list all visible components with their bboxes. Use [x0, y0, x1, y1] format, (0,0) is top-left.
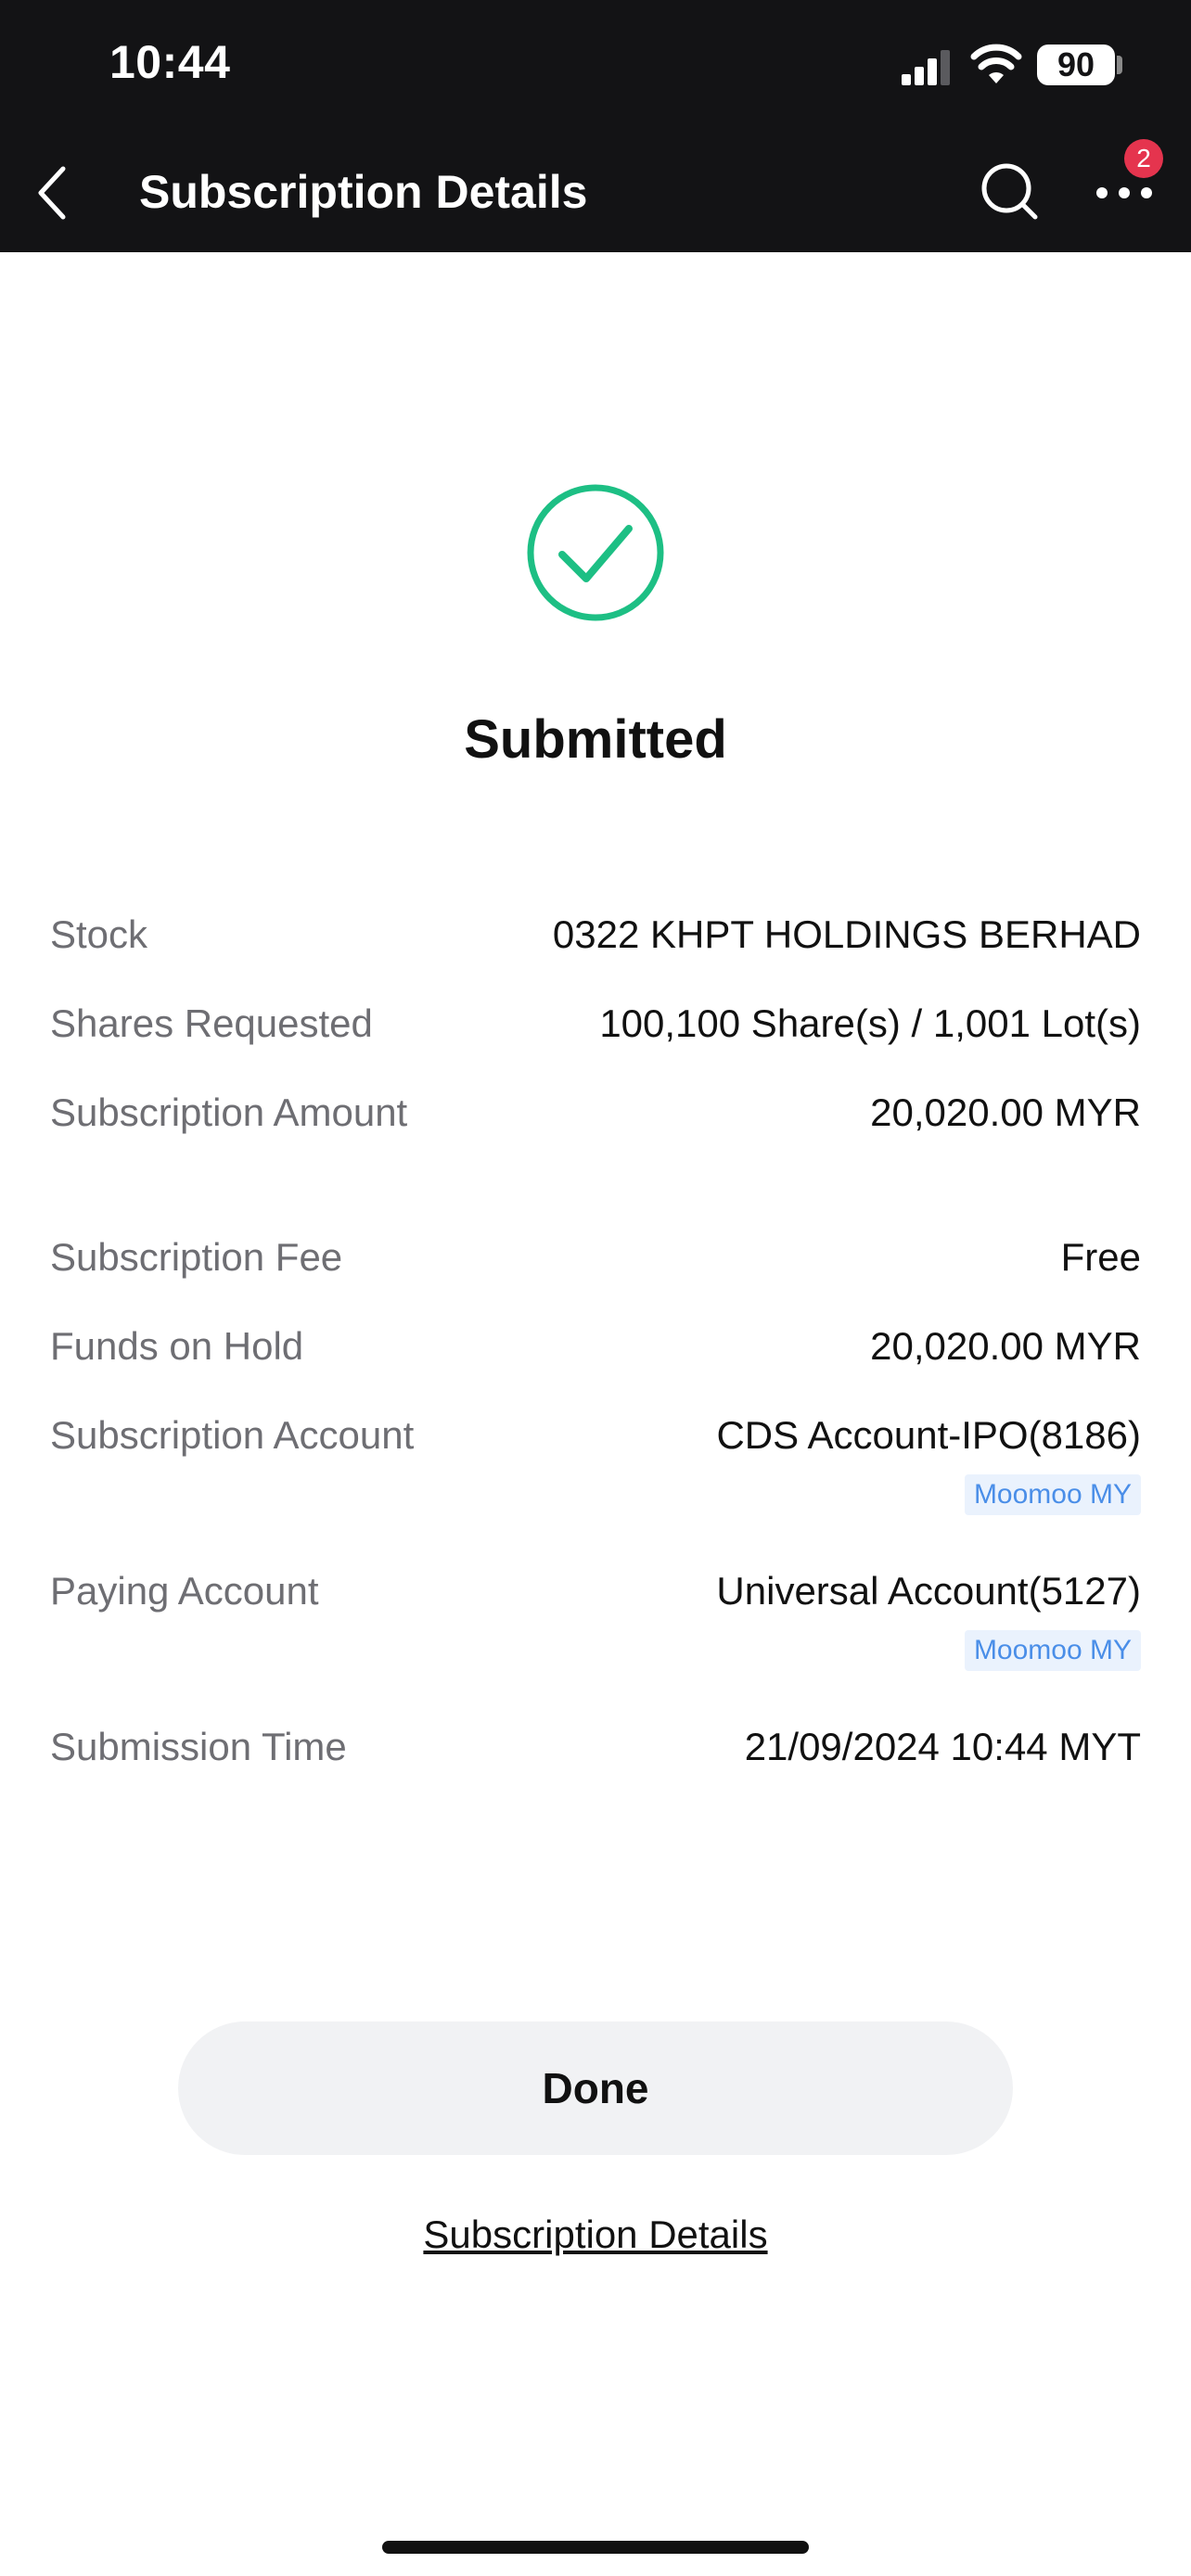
done-button[interactable]: Done [178, 2021, 1013, 2155]
detail-row-subscription-account: Subscription Account CDS Account-IPO(818… [50, 1408, 1141, 1528]
detail-value: 0322 KHPT HOLDINGS BERHAD [552, 912, 1141, 956]
status-time: 10:44 [109, 36, 231, 88]
broker-tag: Moomoo MY [964, 1474, 1141, 1515]
page-title: Subscription Details [139, 166, 588, 218]
detail-row-submission-time: Submission Time 21/09/2024 10:44 MYT [50, 1719, 1141, 1775]
detail-row-shares: Shares Requested 100,100 Share(s) / 1,00… [50, 996, 1141, 1052]
detail-value: Free [1060, 1235, 1141, 1279]
back-arrow-icon[interactable] [33, 165, 70, 221]
notification-badge: 2 [1124, 139, 1163, 178]
detail-value: Universal Account(5127) [716, 1569, 1141, 1613]
header: 10:44 90 Subscription Details 2 [0, 0, 1191, 252]
detail-label: Subscription Amount [50, 1090, 408, 1134]
success-check-icon [527, 484, 664, 621]
detail-row-amount: Subscription Amount 20,020.00 MYR [50, 1085, 1141, 1196]
detail-row-stock: Stock 0322 KHPT HOLDINGS BERHAD [50, 907, 1141, 963]
detail-value: CDS Account-IPO(8186) [716, 1413, 1141, 1457]
cellular-signal-icon [902, 50, 950, 85]
broker-tag: Moomoo MY [964, 1630, 1141, 1671]
detail-value: 20,020.00 MYR [870, 1090, 1141, 1134]
detail-row-paying-account: Paying Account Universal Account(5127) M… [50, 1563, 1141, 1684]
battery-level: 90 [1057, 45, 1095, 83]
detail-label: Shares Requested [50, 1001, 373, 1045]
battery-nub [1117, 56, 1122, 74]
subscription-result-screen: 10:44 90 Subscription Details 2 Submitte… [0, 0, 1191, 2576]
detail-row-fee: Subscription Fee Free [50, 1230, 1141, 1285]
detail-label: Stock [50, 912, 148, 956]
detail-row-funds-on-hold: Funds on Hold 20,020.00 MYR [50, 1319, 1141, 1374]
detail-value: 21/09/2024 10:44 MYT [744, 1725, 1141, 1768]
more-options-icon[interactable] [1095, 182, 1154, 204]
detail-label: Subscription Fee [50, 1235, 343, 1279]
home-indicator[interactable] [382, 2541, 809, 2554]
subscription-details-link[interactable]: Subscription Details [0, 2213, 1191, 2257]
wifi-icon [970, 44, 1022, 83]
search-icon[interactable] [980, 161, 1039, 221]
detail-value: 100,100 Share(s) / 1,001 Lot(s) [599, 1001, 1141, 1045]
detail-label: Paying Account [50, 1569, 319, 1613]
detail-value: 20,020.00 MYR [870, 1324, 1141, 1368]
detail-label: Submission Time [50, 1725, 347, 1768]
result-title: Submitted [464, 709, 727, 770]
detail-label: Funds on Hold [50, 1324, 304, 1368]
detail-label: Subscription Account [50, 1413, 415, 1457]
battery-icon: 90 [1037, 45, 1115, 85]
